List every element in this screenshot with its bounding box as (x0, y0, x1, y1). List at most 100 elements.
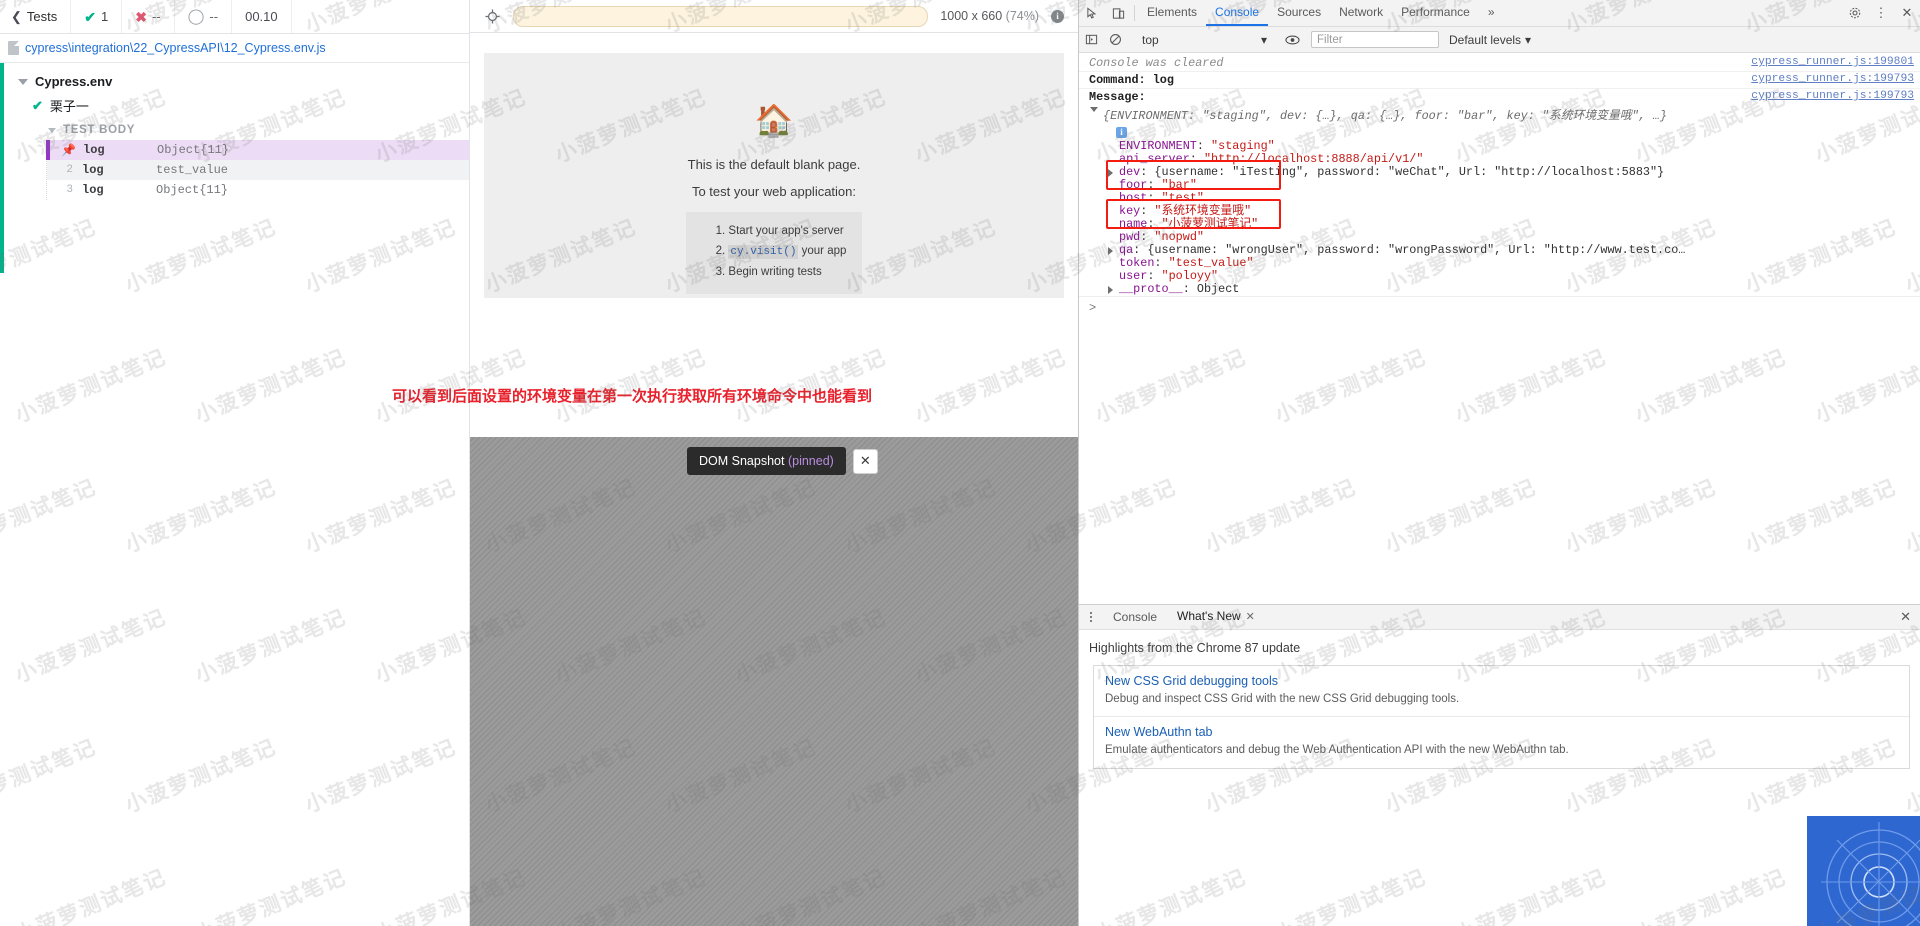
tab-sources[interactable]: Sources (1268, 0, 1330, 26)
device-toolbar-icon[interactable] (1105, 0, 1131, 26)
close-icon[interactable]: ✕ (1246, 610, 1255, 623)
property-value: "bar" (1161, 178, 1197, 192)
object-preview-row[interactable]: {ENVIRONMENT: "staging", dev: {…}, qa: {… (1079, 105, 1920, 124)
close-devtools-icon[interactable]: ✕ (1894, 0, 1920, 26)
object-info-row: i (1079, 124, 1920, 140)
dom-snapshot-label: DOM Snapshot (699, 454, 785, 468)
drawer-close-button[interactable]: ✕ (1891, 609, 1920, 625)
spec-file-path-bar[interactable]: cypress\integration\22_CypressAPI\12_Cyp… (0, 34, 469, 63)
property-key: api_server (1119, 152, 1190, 166)
console-output: Console was cleared cypress_runner.js:19… (1079, 53, 1920, 604)
back-label: Tests (26, 9, 58, 24)
dom-snapshot-pill[interactable]: DOM Snapshot (pinned) (687, 447, 846, 475)
tab-network[interactable]: Network (1330, 0, 1392, 26)
runner-command-log: Cypress.env ✔ 栗子一 TEST BODY 📌 log Object… (0, 63, 469, 273)
clear-console-icon[interactable] (1103, 33, 1127, 46)
selector-playground-icon[interactable] (484, 8, 501, 25)
console-filter-input[interactable]: Filter (1311, 31, 1439, 48)
tab-performance[interactable]: Performance (1392, 0, 1479, 26)
dom-snapshot-banner: DOM Snapshot (pinned) ✕ (687, 447, 878, 475)
test-body-label: TEST BODY (63, 124, 136, 136)
drawer-more-icon[interactable] (1079, 612, 1103, 622)
duration: 00.10 (232, 0, 292, 33)
failed-count: -- (151, 9, 161, 24)
whats-new-item-title[interactable]: New WebAuthn tab (1105, 725, 1898, 739)
command-number: 2 (66, 164, 73, 176)
object-property[interactable]: dev: {username: "iTesting", password: "w… (1079, 166, 1920, 179)
console-source-link[interactable]: cypress_runner.js:199793 (1751, 73, 1914, 85)
list-item[interactable]: New WebAuthn tab Emulate authenticators … (1094, 717, 1909, 767)
more-tabs-button[interactable]: » (1479, 0, 1504, 26)
chevron-right-icon (1108, 169, 1113, 177)
app-preview-panel: 1000 x 660 (74%) i 🏠 This is the default… (392, 0, 1078, 926)
inspect-element-icon[interactable] (1079, 0, 1105, 26)
tab-elements[interactable]: Elements (1138, 0, 1206, 26)
whats-new-panel: Highlights from the Chrome 87 update New… (1079, 630, 1920, 926)
chrome-devtools: Elements Console Sources Network Perform… (1078, 0, 1920, 926)
test-row[interactable]: ✔ 栗子一 (0, 93, 469, 118)
console-filter-bar: top ▾ Filter Default levels ▾ (1079, 27, 1920, 53)
command-row[interactable]: 📌 log Object{11} (46, 140, 469, 160)
drawer-tab-whats-new[interactable]: What's New ✕ (1167, 605, 1265, 629)
whats-new-item-title[interactable]: New CSS Grid debugging tools (1105, 674, 1898, 688)
spec-file-path: cypress\integration\22_CypressAPI\12_Cyp… (25, 41, 326, 55)
pin-icon: 📌 (61, 143, 76, 158)
log-levels-select[interactable]: Default levels ▾ (1439, 33, 1531, 47)
console-source-link[interactable]: cypress_runner.js:199793 (1751, 90, 1914, 102)
info-icon[interactable]: i (1051, 9, 1064, 23)
property-value: "系统环境变量哦" (1154, 204, 1252, 218)
getting-started-steps: 1. Start your app's server 2. cy.visit()… (685, 212, 863, 294)
gear-icon[interactable] (1842, 0, 1868, 26)
command-name: log (83, 143, 105, 157)
execution-context-select[interactable]: top ▾ (1134, 33, 1273, 47)
blank-page: 🏠 This is the default blank page. To tes… (484, 53, 1064, 298)
property-key: token (1119, 256, 1155, 270)
passed-stat[interactable]: ✔ 1 (71, 0, 123, 33)
whats-new-item-desc: Emulate authenticators and debug the Web… (1105, 744, 1569, 757)
property-value: "nopwd" (1154, 230, 1204, 244)
command-message: Object{11} (156, 183, 229, 197)
pending-stat[interactable]: ◯ -- (175, 0, 233, 33)
chevron-right-icon (1108, 286, 1113, 294)
property-key: dev (1119, 165, 1141, 179)
command-name: log (82, 183, 104, 197)
failed-stat[interactable]: ✖ -- (122, 0, 175, 33)
suite-row[interactable]: Cypress.env (0, 70, 469, 93)
command-message: Object{11} (157, 143, 230, 157)
check-icon: ✔ (32, 97, 43, 113)
blank-page-line-1: This is the default blank page. (687, 157, 861, 172)
info-icon: i (1116, 126, 1127, 138)
annotation-text: 可以看到后面设置的环境变量在第一次执行获取所有环境命令中也能看到 (392, 388, 873, 405)
drawer-tab-console[interactable]: Console (1103, 605, 1167, 629)
list-item[interactable]: New CSS Grid debugging tools Debug and i… (1094, 666, 1909, 718)
more-options-icon[interactable]: ⋮ (1868, 0, 1894, 26)
property-value: "staging" (1211, 139, 1275, 153)
url-bar[interactable] (513, 5, 929, 27)
whats-new-item-desc: Debug and inspect CSS Grid with the new … (1105, 693, 1460, 705)
whats-new-list: New CSS Grid debugging tools Debug and i… (1093, 665, 1910, 769)
console-prompt[interactable]: > (1079, 296, 1920, 319)
console-sidebar-icon[interactable] (1079, 33, 1103, 46)
property-key: pwd (1119, 230, 1141, 244)
property-value: "test" (1161, 191, 1204, 205)
viewport-scale: (74%) (1005, 9, 1039, 23)
eye-icon[interactable] (1280, 34, 1304, 46)
test-name: 栗子一 (49, 99, 89, 114)
back-to-tests-button[interactable]: ❮ Tests (0, 0, 72, 33)
console-message: Console was cleared (1089, 56, 1224, 70)
app-frame: 🏠 This is the default blank page. To tes… (392, 33, 1078, 444)
chevron-down-icon (18, 78, 28, 85)
object-property[interactable]: __proto__: Object (1079, 283, 1920, 296)
runner-header: ❮ Tests ✔ 1 ✖ -- ◯ -- 00.10 (0, 0, 469, 34)
dom-snapshot-close-button[interactable]: ✕ (852, 448, 878, 474)
object-preview: {ENVIRONMENT: "staging", dev: {…}, qa: {… (1103, 109, 1667, 123)
command-row[interactable]: 2 log test_value (47, 160, 469, 180)
console-source-link[interactable]: cypress_runner.js:199801 (1751, 56, 1914, 68)
test-body-header[interactable]: TEST BODY (0, 118, 469, 140)
tab-console[interactable]: Console (1206, 0, 1269, 26)
devtools-tabbar: Elements Console Sources Network Perform… (1079, 0, 1920, 27)
command-row[interactable]: 3 log Object{11} (47, 180, 469, 200)
check-icon: ✔ (84, 8, 96, 25)
chevron-down-icon: ▾ (1525, 32, 1532, 47)
